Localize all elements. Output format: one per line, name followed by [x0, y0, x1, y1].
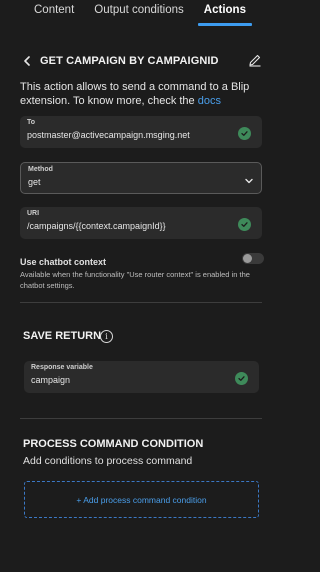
method-value: get [28, 177, 41, 187]
check-circle-icon [238, 218, 251, 231]
tab-bar: Content Output conditions Actions [0, 0, 283, 28]
process-condition-subtitle: Add conditions to process command [23, 455, 193, 467]
check-circle-icon [235, 372, 248, 385]
save-return-title: SAVE RETURN [23, 330, 102, 342]
chatbot-context-helper: Available when the functionality "Use ro… [20, 270, 250, 290]
process-condition-title: PROCESS COMMAND CONDITION [23, 438, 204, 450]
tab-output-conditions[interactable]: Output conditions [94, 0, 184, 28]
uri-field[interactable]: URI /campaigns/{{context.campaignId}} [20, 207, 262, 239]
to-field[interactable]: To postmaster@activecampaign.msging.net [20, 116, 262, 148]
chevron-down-icon[interactable] [244, 173, 254, 184]
chatbot-context-row: Use chatbot context [20, 252, 264, 267]
uri-label: URI [27, 210, 40, 217]
docs-link[interactable]: docs [198, 95, 221, 107]
action-description: This action allows to send a command to … [20, 80, 265, 108]
info-icon[interactable]: i [100, 330, 113, 343]
tab-actions[interactable]: Actions [197, 0, 253, 28]
divider [20, 302, 262, 303]
uri-value: /campaigns/{{context.campaignId}} [27, 221, 166, 231]
to-label: To [27, 119, 36, 126]
tab-content[interactable]: Content [34, 0, 74, 28]
check-circle-icon [238, 127, 251, 140]
method-select[interactable]: Method get [20, 162, 262, 194]
page-title: GET CAMPAIGN BY CAMPAIGNID [40, 55, 219, 67]
chevron-left-icon[interactable] [22, 55, 34, 67]
response-variable-label: Response variable [31, 364, 93, 371]
pencil-icon[interactable] [248, 53, 262, 67]
toggle-knob [243, 254, 252, 263]
method-label: Method [28, 166, 53, 173]
divider [20, 418, 262, 419]
to-value: postmaster@activecampaign.msging.net [27, 130, 190, 140]
chatbot-context-toggle[interactable] [242, 253, 264, 264]
action-header: GET CAMPAIGN BY CAMPAIGNID [22, 52, 262, 70]
response-variable-value: campaign [31, 375, 71, 385]
response-variable-field[interactable]: Response variable campaign [24, 361, 259, 393]
chatbot-context-label: Use chatbot context [20, 257, 107, 267]
add-process-condition-button[interactable]: + Add process command condition [24, 481, 259, 518]
